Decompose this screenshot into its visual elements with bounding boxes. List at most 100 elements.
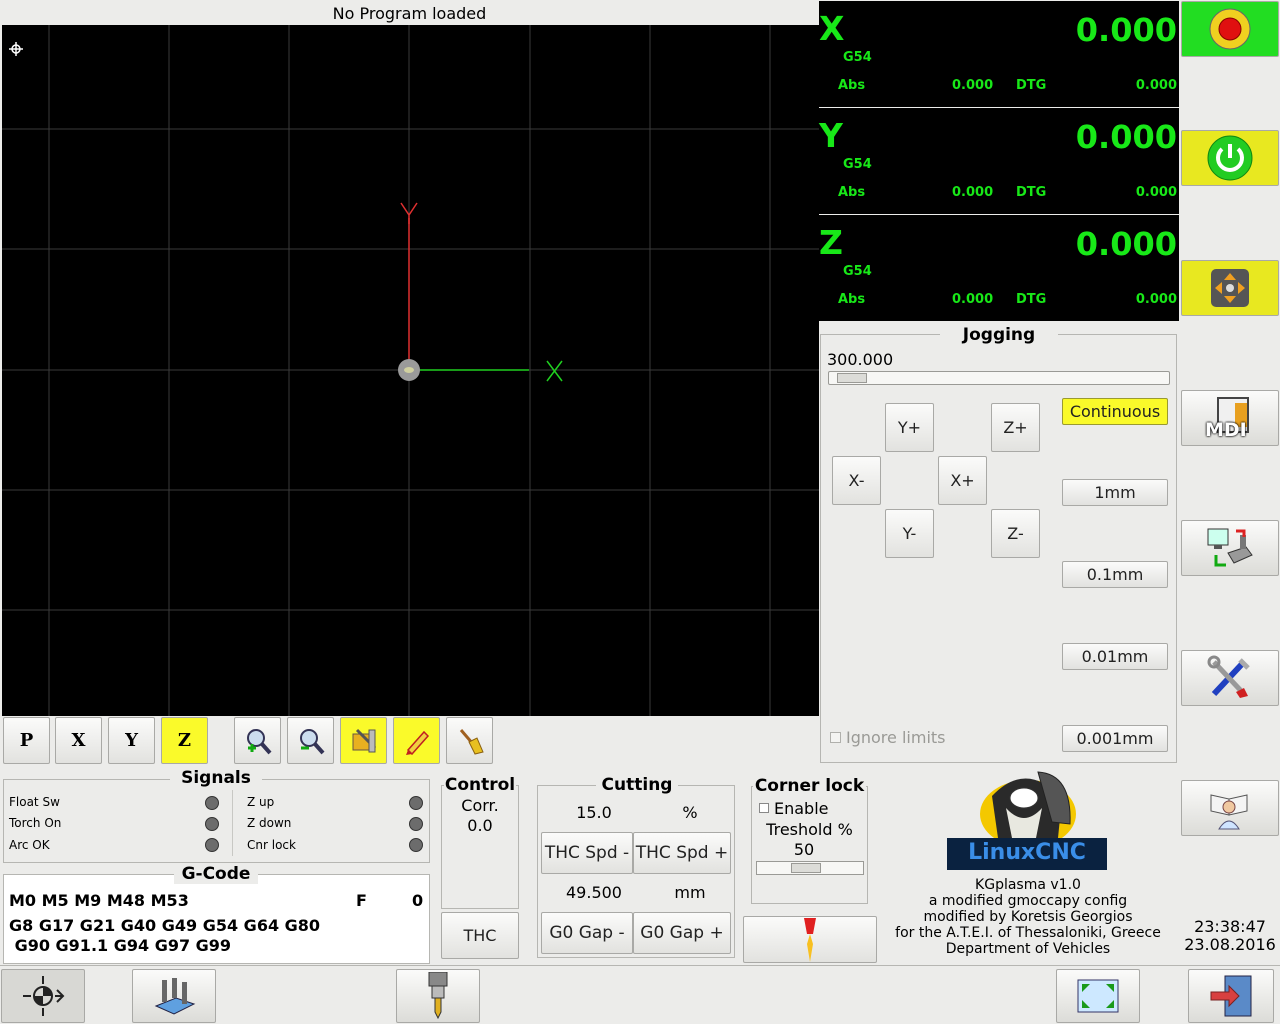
thc-speed-plus-button[interactable]: THC Spd +: [633, 832, 731, 874]
touch-off-button[interactable]: [132, 969, 216, 1023]
g0-gap-value: 49.500: [566, 883, 622, 902]
ignore-limits-checkbox[interactable]: [830, 732, 841, 743]
machine-power-button[interactable]: [1181, 130, 1279, 186]
jog-increment-0-01mm[interactable]: 0.01mm: [1062, 643, 1168, 670]
mdi-label: MDI: [1205, 419, 1247, 441]
signal-arc-ok-led: [205, 838, 219, 852]
signals-title: Signals: [170, 768, 262, 788]
jog-increment-1mm[interactable]: 1mm: [1062, 479, 1168, 506]
jog-increment-continuous[interactable]: Continuous: [1062, 398, 1168, 425]
thc-speed-minus-button[interactable]: THC Spd -: [541, 832, 633, 874]
dro-y: Y 0.000 G54 Abs 0.000 DTG 0.000: [819, 108, 1179, 214]
dro-abs-value: 0.000: [952, 78, 994, 93]
corner-lock-title: Corner lock: [753, 776, 866, 796]
preview-title-bar: No Program loaded: [0, 0, 819, 25]
jog-z-plus-button[interactable]: Z+: [991, 403, 1040, 452]
g0-gap-minus-button[interactable]: G0 Gap -: [541, 912, 633, 954]
g0-gap-plus-button[interactable]: G0 Gap +: [633, 912, 731, 954]
dro-coord-system: G54: [843, 50, 872, 65]
signal-z-up-led: [409, 796, 423, 810]
signal-float-sw-led: [205, 796, 219, 810]
zoom-in-button[interactable]: [234, 717, 281, 764]
linuxcnc-logo: LinuxCNC: [946, 768, 1108, 870]
exit-button[interactable]: [1188, 969, 1274, 1023]
manual-mode-button[interactable]: [1181, 260, 1279, 316]
cutting-title: Cutting: [596, 775, 678, 795]
jog-increment-0-001mm[interactable]: 0.001mm: [1062, 725, 1168, 752]
clock: 23:38:47 23.08.2016: [1181, 918, 1279, 954]
jog-arrows-icon: [1211, 269, 1249, 307]
signal-torch-on-led: [205, 817, 219, 831]
mdi-mode-button[interactable]: MDI: [1181, 390, 1279, 446]
auto-mode-button[interactable]: [1181, 520, 1279, 576]
cnc-machine-icon: [1207, 528, 1253, 567]
about-line-3: modified by Koretsis Georgios: [923, 909, 1133, 925]
jog-x-minus-button[interactable]: X-: [832, 456, 881, 505]
tool-button[interactable]: [396, 969, 480, 1023]
exit-door-icon: [1210, 975, 1252, 1017]
corr-value: 0.0: [467, 816, 493, 835]
gcode-active-g-codes-2: G90 G91.1 G94 G97 G99: [9, 936, 232, 955]
thc-speed-unit: %: [682, 803, 698, 822]
user-tabs-button[interactable]: [1181, 780, 1279, 836]
jog-y-plus-button[interactable]: Y+: [885, 403, 934, 452]
jog-speed-slider-handle[interactable]: [837, 373, 867, 383]
signal-torch-on-label: Torch On: [9, 816, 62, 830]
settings-button[interactable]: [1181, 650, 1279, 706]
fullscreen-icon: [1077, 979, 1119, 1013]
dro-value: 0.000: [1075, 11, 1177, 49]
spindle-tool-icon: [428, 972, 448, 1020]
broom-icon: [459, 728, 484, 755]
estop-icon: [1209, 8, 1251, 50]
corner-lock-enable-label: Enable: [774, 799, 829, 818]
view-y-button[interactable]: Y: [108, 717, 155, 764]
torch-button[interactable]: [743, 916, 877, 963]
jog-x-plus-button[interactable]: X+: [938, 456, 987, 505]
about-line-5: Department of Vehicles: [945, 941, 1111, 957]
view-z-button[interactable]: Z: [161, 717, 208, 764]
clear-plot-button[interactable]: [446, 717, 493, 764]
treshold-slider[interactable]: [756, 861, 864, 875]
show-dimensions-button[interactable]: [340, 717, 387, 764]
view-x-button[interactable]: X: [55, 717, 102, 764]
power-icon: [1207, 135, 1253, 181]
gcode-title: G-Code: [174, 864, 258, 884]
about-line-4: for the A.T.E.I. of Thessaloniki, Greece: [895, 925, 1161, 941]
about-line-1: KGplasma v1.0: [975, 877, 1081, 893]
show-toolpath-button[interactable]: [393, 717, 440, 764]
torch-flame-icon: [804, 917, 816, 962]
treshold-label: Treshold %: [766, 820, 853, 839]
jog-y-minus-button[interactable]: Y-: [885, 509, 934, 558]
dro-value: 0.000: [1075, 225, 1177, 263]
dro-axis-label: Y: [819, 116, 843, 155]
tools-icon: [1207, 655, 1250, 698]
zoom-out-button[interactable]: [287, 717, 334, 764]
corner-lock-enable-checkbox[interactable]: [759, 803, 769, 813]
preview-title: No Program loaded: [332, 4, 487, 23]
jog-speed-value: 300.000: [827, 350, 894, 369]
home-all-button[interactable]: [1, 969, 85, 1023]
treshold-value: 50: [793, 840, 815, 859]
gcode-feed-value: 0: [412, 891, 424, 910]
about-line-2: a modified gmoccapy config: [928, 893, 1128, 909]
jog-z-minus-button[interactable]: Z-: [991, 509, 1040, 558]
dro-z: Z 0.000 G54 Abs 0.000 DTG 0.000: [819, 215, 1179, 321]
pencil-icon: [405, 730, 429, 755]
estop-button[interactable]: [1181, 1, 1279, 57]
zoom-out-icon: [299, 728, 324, 754]
signal-float-sw-label: Float Sw: [9, 795, 60, 809]
view-p-button[interactable]: P: [3, 717, 50, 764]
dro-dtg-label: DTG: [1016, 185, 1047, 200]
x-axis-label-mark: [546, 360, 563, 382]
jog-speed-slider[interactable]: [828, 371, 1170, 385]
user-book-icon: [1210, 794, 1248, 830]
about-text: KGplasma v1.0 a modified gmoccapy config…: [880, 877, 1176, 957]
dro-abs-label: Abs: [838, 185, 866, 200]
treshold-slider-handle[interactable]: [791, 863, 821, 873]
home-axes-icon: [23, 976, 65, 1016]
toolpath-preview[interactable]: [2, 25, 819, 716]
fullscreen-button[interactable]: [1056, 969, 1140, 1023]
thc-button[interactable]: THC: [441, 912, 519, 959]
jog-increment-0-1mm[interactable]: 0.1mm: [1062, 561, 1168, 588]
gcode-feed-label: F: [356, 891, 367, 910]
